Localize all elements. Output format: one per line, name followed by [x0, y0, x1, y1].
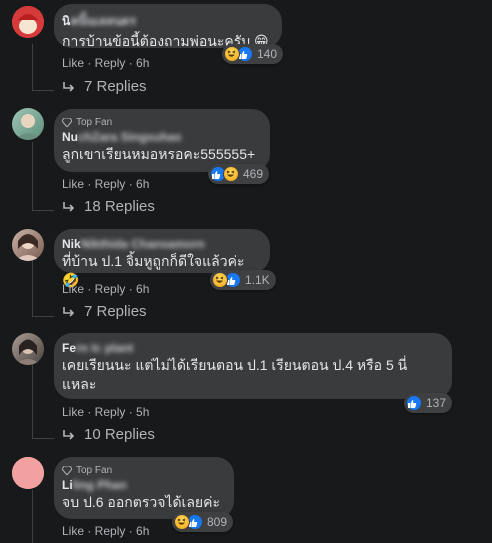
comment-actions[interactable]: Like · Reply · 6h [62, 56, 149, 70]
reaction-count: 1.1K [245, 273, 270, 287]
comment-bubble: Top Fan NuchZara Singsuhas ลูกเขาเรียนหม… [54, 109, 270, 172]
comment-bubble: Top Fan Liling Phan จบ ป.6 ออกตรวจได้เลย… [54, 457, 234, 519]
avatar-image [15, 339, 41, 365]
comment-actions[interactable]: Like · Reply · 5h [62, 405, 149, 419]
reaction-count: 137 [426, 396, 447, 410]
reaction-count: 809 [207, 515, 228, 529]
reaction-summary[interactable]: 140 [222, 44, 284, 64]
avatar[interactable] [12, 457, 44, 489]
replies-label: 18 Replies [84, 198, 155, 215]
haha-reaction-icon [224, 46, 240, 62]
avatar[interactable] [12, 6, 44, 38]
view-replies-button[interactable]: 7 Replies [62, 78, 147, 95]
commenter-name[interactable]: Liling Phan [62, 478, 222, 492]
comment-bubble: นิคนิ้นเลลนดร การบ้านข้อนี้ต้องถามพ่อนะค… [54, 4, 282, 49]
replies-label: 7 Replies [84, 303, 147, 320]
thread-line [32, 260, 33, 316]
reply-arrow-icon [63, 201, 75, 212]
avatar-image [15, 234, 41, 261]
replies-label: 10 Replies [84, 426, 155, 443]
haha-reaction-icon [212, 272, 228, 288]
reaction-count: 140 [257, 47, 278, 61]
diamond-icon [62, 466, 72, 475]
reaction-summary[interactable]: 469 [208, 164, 270, 184]
thread-line [32, 490, 33, 543]
thread-line [32, 438, 54, 439]
comment-actions[interactable]: Like · Reply · 6h [62, 177, 149, 191]
replies-label: 7 Replies [84, 78, 147, 95]
commenter-name[interactable]: Fern Ic plant [62, 341, 438, 355]
thread-line [32, 44, 33, 90]
comment-text: จบ ป.6 ออกตรวจได้เลยค่ะ [62, 494, 220, 510]
thread-line [32, 316, 54, 317]
top-fan-badge: Top Fan [62, 117, 258, 128]
commenter-name[interactable]: NikNikthida Chansamorn [62, 237, 258, 251]
thread-line [32, 364, 33, 438]
reply-arrow-icon [63, 81, 75, 92]
view-replies-button[interactable]: 7 Replies [62, 303, 147, 320]
avatar[interactable] [12, 108, 44, 140]
comment-actions[interactable]: Like · Reply · 6h [62, 282, 149, 296]
haha-reaction-icon [223, 166, 239, 182]
view-replies-button[interactable]: 18 Replies [62, 198, 155, 215]
avatar-image [15, 114, 41, 140]
thread-line [32, 210, 54, 211]
avatar[interactable] [12, 229, 44, 261]
like-reaction-icon [406, 395, 422, 411]
reaction-summary[interactable]: 809 [172, 512, 234, 532]
comment-text: เคยเรียนนะ แต่ไม่ได้เรียนตอน ป.1 เรียนตอ… [62, 357, 408, 392]
reaction-summary[interactable]: 137 [404, 393, 453, 413]
diamond-icon [62, 118, 72, 127]
comment-bubble: Fern Ic plant เคยเรียนนะ แต่ไม่ได้เรียนต… [54, 333, 452, 399]
avatar-image [12, 6, 44, 38]
avatar-image [12, 457, 44, 489]
comment-bubble: NikNikthida Chansamorn ที่บ้าน ป.1 จิ้มห… [54, 229, 270, 288]
comment-actions[interactable]: Like · Reply · 6h [62, 524, 149, 538]
view-replies-button[interactable]: 10 Replies [62, 426, 155, 443]
reply-arrow-icon [63, 306, 75, 317]
commenter-name[interactable]: NuchZara Singsuhas [62, 130, 258, 144]
reaction-count: 469 [243, 167, 264, 181]
reaction-summary[interactable]: 1.1K [210, 270, 276, 290]
thread-line [32, 142, 33, 210]
reply-arrow-icon [63, 429, 75, 440]
commenter-name[interactable]: นิคนิ้นเลลนดร [62, 12, 270, 31]
top-fan-badge: Top Fan [62, 465, 222, 476]
comment-text: ลูกเขาเรียนหมอหรอคะ555555+ [62, 146, 256, 162]
haha-reaction-icon [174, 514, 190, 530]
avatar[interactable] [12, 333, 44, 365]
thread-line [32, 90, 54, 91]
